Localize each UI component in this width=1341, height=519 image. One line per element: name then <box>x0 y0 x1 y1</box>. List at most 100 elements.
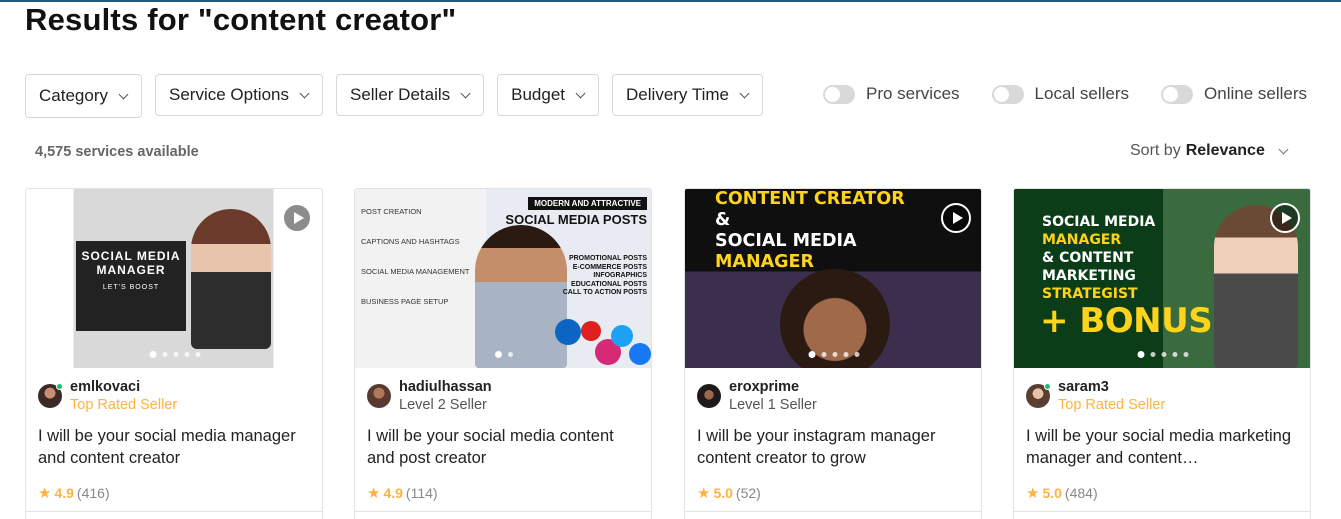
carousel-dot[interactable] <box>854 352 860 357</box>
filter-label: Delivery Time <box>626 85 729 104</box>
seller-name[interactable]: saram3 <box>1058 378 1165 396</box>
gig-title[interactable]: I will be your social media content and … <box>367 425 645 469</box>
online-sellers-toggle[interactable]: Online sellers <box>1161 84 1307 104</box>
carousel-dot[interactable] <box>1172 352 1178 357</box>
carousel-dot[interactable] <box>195 352 201 357</box>
filter-category-button[interactable]: Category <box>25 74 142 118</box>
carousel-dot[interactable] <box>832 352 838 357</box>
chevron-down-icon <box>460 88 471 98</box>
carousel-dot[interactable] <box>162 352 168 357</box>
carousel-dots[interactable] <box>808 351 860 358</box>
thumbnail-text: Captions and Hashtags <box>361 237 460 246</box>
avatar[interactable] <box>38 383 63 408</box>
filter-bar: Category Service Options Seller Details … <box>25 74 763 118</box>
gig-rating: ★ 5.0 (52) <box>697 484 761 502</box>
chevron-down-icon <box>739 88 750 98</box>
carousel-dot[interactable] <box>508 352 513 357</box>
gig-title-text: I will be your social media marketing ma… <box>1026 427 1292 467</box>
thumbnail-text: SOCIAL MEDIA <box>715 231 857 251</box>
seller-name[interactable]: eroxprime <box>729 378 817 396</box>
avatar[interactable] <box>1026 383 1051 408</box>
filter-budget-button[interactable]: Budget <box>497 74 600 116</box>
thumbnail-text: MANAGER <box>715 252 814 272</box>
gig-title[interactable]: I will be your social media marketing ma… <box>1026 425 1304 469</box>
gig-thumbnail[interactable]: SOCIAL MEDIA MANAGER & CONTENT MARKETING… <box>1014 189 1310 368</box>
gig-card[interactable]: SOCIAL MEDIA MANAGER LET'S BOOST emlkova… <box>25 188 323 519</box>
carousel-dot[interactable] <box>843 352 849 357</box>
chevron-down-icon <box>575 88 586 98</box>
filter-label: Seller Details <box>349 85 451 104</box>
carousel-dots[interactable] <box>1137 351 1189 358</box>
gig-thumbnail[interactable]: SOCIAL MEDIA MANAGER LET'S BOOST <box>26 189 322 368</box>
carousel-dot[interactable] <box>173 352 179 357</box>
seller-name[interactable]: hadiulhassan <box>399 378 492 396</box>
gig-card[interactable]: SOCIAL MEDIA MANAGER & CONTENT MARKETING… <box>1013 188 1311 519</box>
carousel-dots[interactable] <box>149 351 201 358</box>
divider <box>685 511 981 512</box>
thumbnail-text: + BONUS <box>1040 301 1213 341</box>
gig-title[interactable]: I will be your social media manager and … <box>38 425 316 469</box>
carousel-dot[interactable] <box>495 351 502 358</box>
play-icon[interactable] <box>941 203 971 233</box>
local-sellers-toggle[interactable]: Local sellers <box>991 84 1129 104</box>
filter-service-options-button[interactable]: Service Options <box>154 74 323 116</box>
gig-rating: ★ 4.9 (114) <box>367 484 438 502</box>
linkedin-icon <box>555 319 581 345</box>
thumbnail-text: Social Media Management <box>361 267 470 276</box>
review-count: (484) <box>1064 485 1098 501</box>
play-icon[interactable] <box>1270 203 1300 233</box>
review-count: (52) <box>735 485 761 501</box>
carousel-dot[interactable] <box>808 351 816 358</box>
youtube-icon <box>581 321 601 341</box>
carousel-dots[interactable] <box>495 351 513 358</box>
thumbnail-text: CALL TO ACTION POSTS <box>562 289 647 296</box>
filter-seller-details-button[interactable]: Seller Details <box>335 74 485 116</box>
thumbnail-text: PROMOTIONAL POSTS <box>568 255 647 262</box>
gig-title[interactable]: I will be your instagram manager content… <box>697 425 975 469</box>
thumbnail-text: MODERN AND ATTRACTIVE <box>528 197 647 210</box>
carousel-dot[interactable] <box>1137 351 1145 358</box>
thumbnail-panel: SOCIAL MEDIA MANAGER LET'S BOOST <box>76 241 186 331</box>
carousel-dot[interactable] <box>1183 352 1189 357</box>
avatar[interactable] <box>697 384 721 408</box>
toggle-group: Pro services Local sellers Online seller… <box>823 84 1307 104</box>
toggle-label: Pro services <box>866 84 960 103</box>
star-icon: ★ <box>697 485 711 502</box>
gig-thumbnail[interactable]: CONTENT CREATOR & SOCIAL MEDIA MANAGER <box>685 189 981 368</box>
toggle-switch[interactable] <box>991 84 1024 104</box>
toggle-switch[interactable] <box>823 84 855 104</box>
seller-photo <box>475 225 567 368</box>
filter-label: Budget <box>511 85 566 104</box>
seller-photo <box>191 209 271 349</box>
toggle-switch[interactable] <box>1161 84 1194 104</box>
results-count: 4,575 services available <box>35 144 199 160</box>
filter-label: Category <box>39 86 108 105</box>
gig-card[interactable]: CONTENT CREATOR & SOCIAL MEDIA MANAGER e… <box>684 188 982 519</box>
thumbnail-text: SOCIAL MEDIA POSTS <box>505 212 647 227</box>
page-title: Results for "content creator" <box>25 2 457 37</box>
seller-name[interactable]: emlkovaci <box>70 378 177 396</box>
carousel-dot[interactable] <box>184 352 190 357</box>
pro-services-toggle[interactable]: Pro services <box>823 84 960 104</box>
sort-prefix: Sort by <box>1130 142 1181 159</box>
avatar[interactable] <box>367 384 391 408</box>
gig-thumbnail[interactable]: Post Creation Captions and Hashtags Soci… <box>355 189 651 368</box>
thumbnail-text-block: CONTENT CREATOR & SOCIAL MEDIA MANAGER <box>715 189 905 273</box>
sort-dropdown[interactable]: Sort by Relevance <box>1130 142 1289 160</box>
filter-delivery-time-button[interactable]: Delivery Time <box>612 74 763 116</box>
carousel-dot[interactable] <box>1161 352 1167 357</box>
thumbnail-text: SOCIAL MEDIA <box>1042 214 1156 230</box>
carousel-dot[interactable] <box>1150 352 1156 357</box>
carousel-dot[interactable] <box>821 352 827 357</box>
twitter-icon <box>611 325 633 347</box>
gig-rating: ★ 5.0 (484) <box>1026 484 1098 502</box>
thumbnail-text: EDUCATIONAL POSTS <box>571 280 647 288</box>
carousel-dot[interactable] <box>149 351 157 358</box>
thumbnail-text-block: SOCIAL MEDIA MANAGER & CONTENT MARKETING… <box>1042 213 1155 303</box>
seller-info: emlkovaci Top Rated Seller <box>38 376 177 414</box>
gig-card[interactable]: Post Creation Captions and Hashtags Soci… <box>354 188 652 519</box>
filter-label: Service Options <box>168 85 289 104</box>
play-icon[interactable] <box>282 203 312 233</box>
seller-level: Top Rated Seller <box>70 397 178 413</box>
thumbnail-text: & CONTENT <box>1042 250 1134 266</box>
